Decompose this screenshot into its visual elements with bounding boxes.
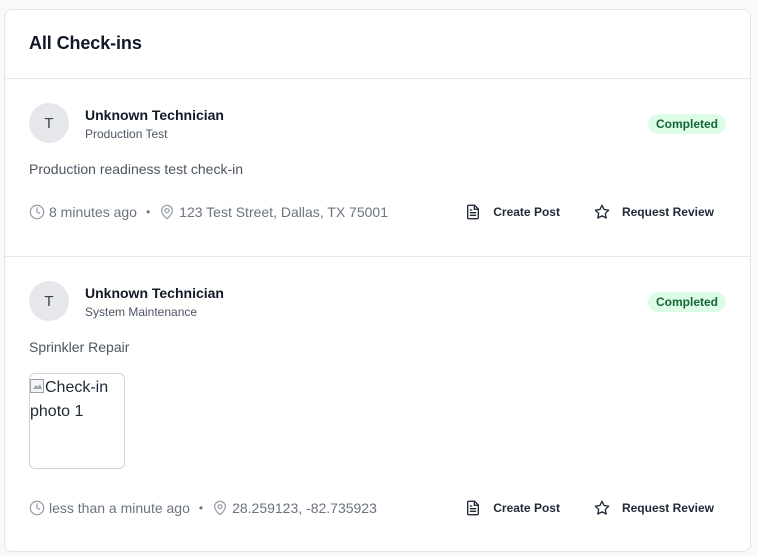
avatar: T [29,103,69,143]
create-post-label: Create Post [493,205,560,219]
star-icon [594,204,610,220]
checkin-item: T Unknown Technician System Maintenance … [5,256,750,551]
request-review-label: Request Review [621,501,714,515]
photo-alt-text: Check-in photo 1 [30,376,124,424]
time-ago: less than a minute ago [49,500,190,516]
meta-separator: • [198,501,204,515]
checkin-item: T Unknown Technician Production Test Com… [5,79,750,256]
request-review-button[interactable]: Request Review [582,198,726,226]
technician-name: Unknown Technician [85,285,224,301]
checkin-header: T Unknown Technician System Maintenance … [29,281,726,321]
document-icon [465,204,481,220]
map-pin-icon [212,500,228,516]
location-text: 123 Test Street, Dallas, TX 75001 [179,204,388,220]
meta-separator: • [145,205,151,219]
technician-name: Unknown Technician [85,107,224,123]
broken-image-icon [30,379,44,393]
card-header: All Check-ins [5,10,750,79]
location-text: 28.259123, -82.735923 [232,500,377,516]
create-post-label: Create Post [493,501,560,515]
page-title: All Check-ins [29,32,142,53]
clock-icon [29,500,45,516]
star-icon [594,500,610,516]
checkins-card: All Check-ins T Unknown Technician Produ… [4,9,751,552]
status-badge: Completed [647,114,726,134]
checkin-description: Sprinkler Repair [29,339,130,355]
clock-icon [29,204,45,220]
checkin-header: T Unknown Technician Production Test Com… [29,103,726,143]
checkin-meta: less than a minute ago • 28.259123, -82.… [29,498,377,518]
job-type: Production Test [85,127,168,141]
time-ago: 8 minutes ago [49,204,137,220]
create-post-button[interactable]: Create Post [453,198,572,226]
checkin-meta: 8 minutes ago • 123 Test Street, Dallas,… [29,202,388,222]
request-review-label: Request Review [621,205,714,219]
status-badge: Completed [647,292,726,312]
avatar: T [29,281,69,321]
checkin-description: Production readiness test check-in [29,161,243,177]
document-icon [465,500,481,516]
map-pin-icon [159,204,175,220]
create-post-button[interactable]: Create Post [453,494,572,522]
request-review-button[interactable]: Request Review [582,494,726,522]
checkin-actions: Create Post Request Review [453,198,726,226]
checkin-actions: Create Post Request Review [453,494,726,522]
job-type: System Maintenance [85,305,198,319]
checkin-photo[interactable]: Check-in photo 1 [29,373,125,469]
